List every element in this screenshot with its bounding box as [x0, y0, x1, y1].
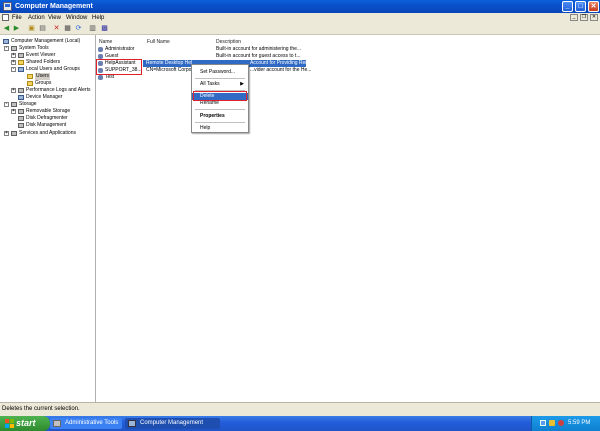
menu-separator: [195, 122, 245, 123]
disk-defragmenter-icon: [18, 116, 24, 121]
tools-icon: [11, 46, 17, 51]
computer-management-icon: [128, 420, 136, 427]
mdi-close-button[interactable]: ✕: [590, 14, 598, 21]
back-arrow-icon[interactable]: ◀: [2, 24, 11, 33]
window-title: Computer Management: [15, 3, 93, 10]
taskbar: start Administrative Tools Computer Mana…: [0, 416, 600, 431]
user-icon: [98, 75, 103, 80]
menu-window[interactable]: Window: [66, 13, 87, 23]
disk-management-icon: [18, 123, 24, 128]
taskbar-item-computer-management[interactable]: Computer Management: [125, 418, 220, 429]
menu-separator: [195, 109, 245, 110]
expand-icon[interactable]: +: [11, 88, 16, 93]
status-bar: Deletes the current selection.: [0, 402, 600, 416]
event-viewer-icon: [18, 53, 24, 58]
collapse-icon[interactable]: -: [11, 67, 16, 72]
users-groups-icon: [18, 67, 24, 72]
show-hide-tree-icon[interactable]: ▤: [38, 24, 47, 33]
details-pane[interactable]: [96, 35, 600, 402]
annotation-box-delete: [193, 91, 247, 101]
status-text: Deletes the current selection.: [2, 406, 80, 412]
menu-help[interactable]: Help: [92, 13, 104, 23]
mdi-window-icon[interactable]: [2, 14, 9, 21]
menu-separator: [195, 78, 245, 79]
title-bar[interactable]: Computer Management _ □ ✕: [0, 0, 600, 13]
menu-item-all-tasks[interactable]: All Tasks ▶: [192, 81, 248, 88]
expand-icon[interactable]: +: [11, 60, 16, 65]
refresh-icon[interactable]: ⟳: [74, 24, 83, 33]
collapse-icon[interactable]: -: [4, 46, 9, 51]
mdi-restore-button[interactable]: ❐: [580, 14, 588, 21]
close-button[interactable]: ✕: [588, 1, 599, 12]
user-full-name: Remote Desktop Hel: [146, 60, 193, 66]
user-description: Account for Providing Remote Assist...: [250, 60, 336, 66]
expand-icon[interactable]: +: [11, 109, 16, 114]
device-manager-icon: [18, 95, 24, 100]
forward-arrow-icon[interactable]: ▶: [12, 24, 21, 33]
folder-icon: [27, 74, 33, 79]
computer-icon: [3, 39, 9, 44]
menu-file[interactable]: File: [12, 13, 22, 23]
menu-item-set-password[interactable]: Set Password...: [192, 69, 248, 76]
mdi-minimize-button[interactable]: _: [570, 14, 578, 21]
menu-item-properties[interactable]: Properties: [192, 113, 248, 120]
storage-icon: [11, 102, 17, 107]
collapse-icon[interactable]: -: [4, 102, 9, 107]
menu-item-rename[interactable]: Rename: [192, 100, 248, 107]
volume-icon[interactable]: [549, 420, 555, 426]
help-icon[interactable]: ▩: [100, 24, 109, 33]
minimize-button[interactable]: _: [562, 1, 573, 12]
folder-icon: [27, 81, 33, 86]
column-header-full-name[interactable]: Full Name: [147, 38, 170, 46]
annotation-box-users: [96, 59, 142, 75]
removable-storage-icon: [18, 109, 24, 114]
menu-bar: File Action View Window Help _ ❐ ✕: [0, 13, 600, 23]
user-icon: [98, 47, 103, 52]
menu-item-help[interactable]: Help: [192, 125, 248, 132]
user-description: Built-in account for administering the..…: [216, 46, 302, 52]
submenu-arrow-icon: ▶: [240, 81, 244, 87]
start-button[interactable]: start: [0, 416, 50, 431]
expand-icon[interactable]: +: [4, 131, 9, 136]
taskbar-item-administrative-tools[interactable]: Administrative Tools: [50, 418, 122, 429]
network-icon[interactable]: [540, 420, 546, 426]
user-description: ...vider account for the He...: [250, 67, 312, 73]
user-full-name: CN=Microsoft Corpo: [146, 67, 192, 73]
shared-folder-icon: [18, 60, 24, 65]
windows-flag-icon: [5, 419, 14, 428]
toolbar: ◀ ▶ ▣ ▤ ✕ ▦ ⟳ ▥ ▩: [0, 23, 600, 35]
user-name[interactable]: Administrator: [105, 46, 134, 53]
export-list-icon[interactable]: ▥: [88, 24, 97, 33]
column-header-name[interactable]: Name: [99, 38, 112, 46]
computer-management-icon: [3, 2, 12, 11]
security-alert-icon[interactable]: [558, 420, 564, 426]
start-label: start: [16, 418, 36, 428]
menu-action[interactable]: Action: [28, 13, 45, 23]
tools-icon: [53, 420, 61, 427]
user-description: Built-in account for guest access to t..…: [216, 53, 301, 59]
menu-item-all-tasks-label: All Tasks: [200, 81, 220, 87]
column-header-description[interactable]: Description: [216, 38, 241, 46]
user-name[interactable]: Test: [105, 74, 114, 81]
performance-icon: [18, 88, 24, 93]
menu-view[interactable]: View: [48, 13, 61, 23]
services-icon: [11, 131, 17, 136]
up-folder-icon[interactable]: ▣: [27, 24, 36, 33]
maximize-button[interactable]: □: [575, 1, 586, 12]
properties-icon[interactable]: ▦: [63, 24, 72, 33]
delete-icon[interactable]: ✕: [52, 24, 61, 33]
clock: 5:59 PM: [568, 420, 591, 426]
expand-icon[interactable]: +: [11, 53, 16, 58]
